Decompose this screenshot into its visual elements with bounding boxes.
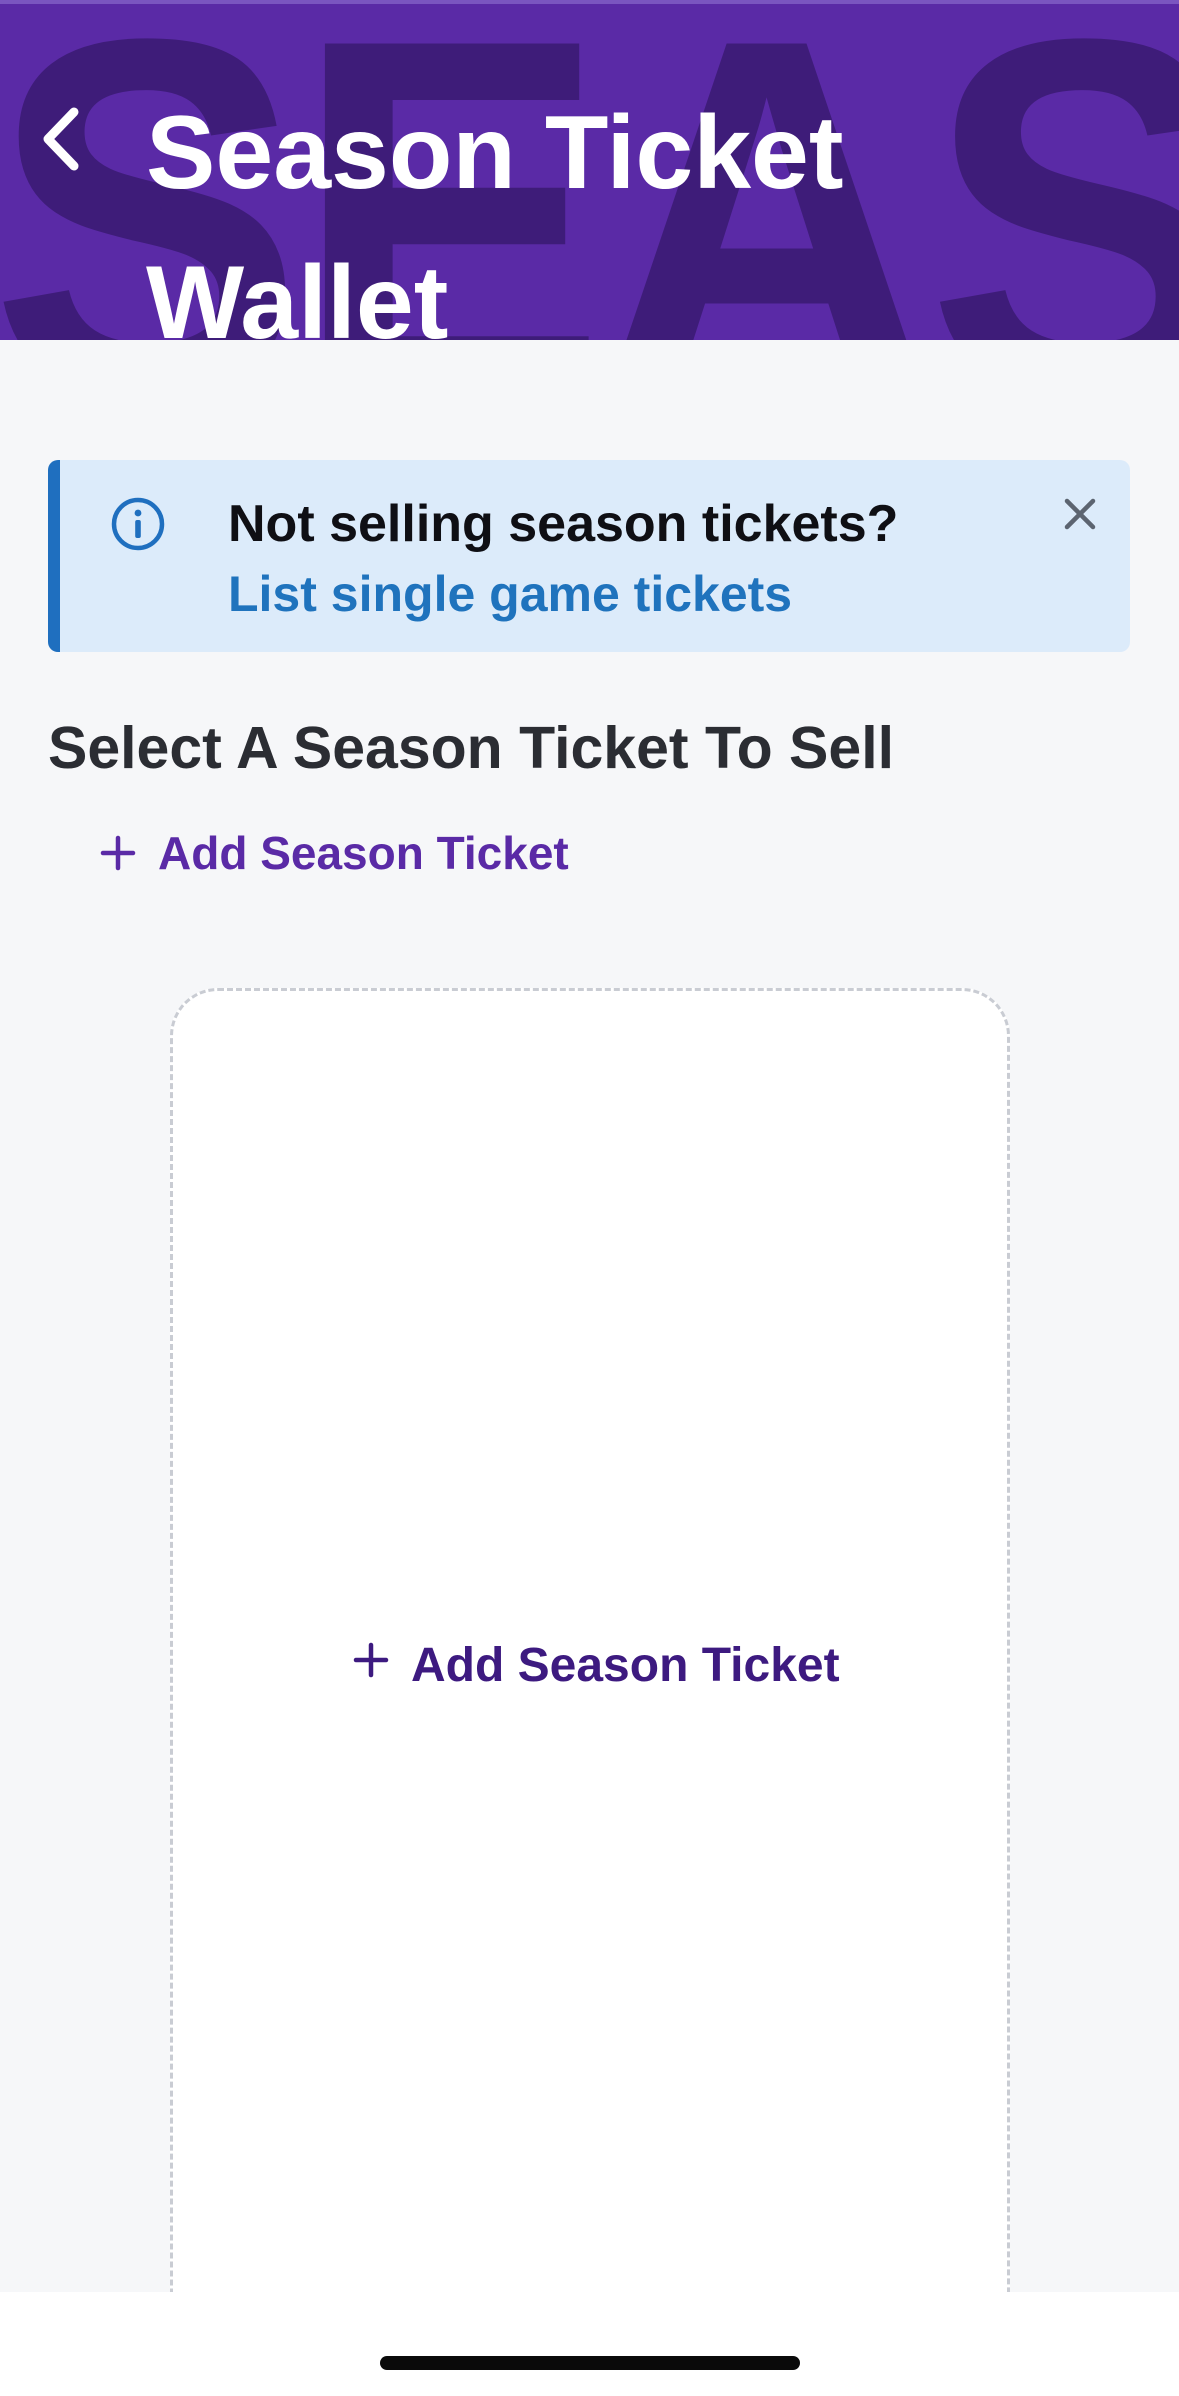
plus-icon	[100, 835, 136, 871]
add-season-ticket-link[interactable]: Add Season Ticket	[100, 818, 569, 888]
info-banner: Not selling season tickets? List single …	[48, 460, 1130, 652]
banner-text: Not selling season tickets? List single …	[228, 488, 1010, 628]
card-add-season-ticket[interactable]: Add Season Ticket	[353, 1631, 840, 1701]
bottom-safe-area	[0, 2292, 1179, 2396]
card-add-season-ticket-label: Add Season Ticket	[411, 1639, 840, 1692]
plus-icon	[353, 1642, 389, 1678]
back-button[interactable]	[30, 99, 90, 179]
home-indicator[interactable]	[380, 2356, 800, 2370]
app-header: SEASON T Season Ticket Wallet	[0, 0, 1179, 340]
add-season-ticket-label: Add Season Ticket	[158, 827, 569, 879]
section-title: Select A Season Ticket To Sell	[48, 715, 894, 781]
banner-heading: Not selling season tickets?	[228, 495, 899, 553]
list-single-game-tickets-link[interactable]: List single game tickets	[228, 560, 1010, 628]
chevron-left-icon	[43, 107, 79, 171]
page-title: Season Ticket Wallet	[146, 95, 844, 340]
info-icon	[111, 497, 165, 551]
close-banner-button[interactable]	[1044, 478, 1116, 550]
add-season-ticket-card[interactable]: Add Season Ticket	[170, 988, 1010, 2388]
close-icon	[1064, 498, 1096, 530]
